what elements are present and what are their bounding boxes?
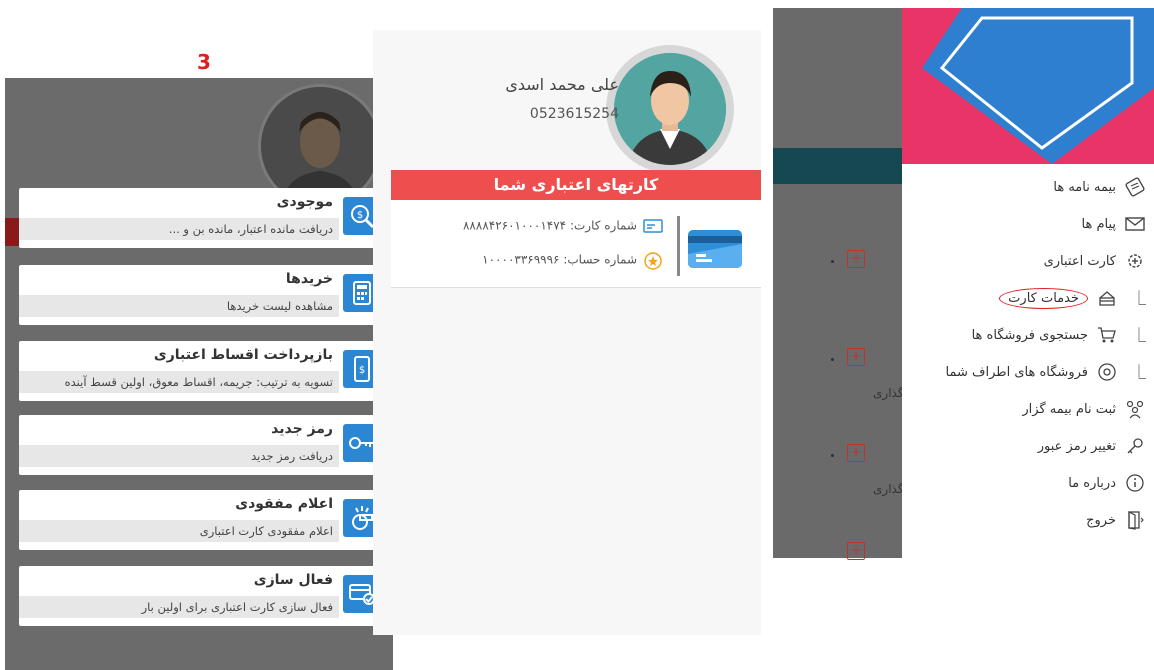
account-number-value: ۱۰۰۰۰۳۳۶۹۹۹۶ (482, 252, 560, 267)
nav-item-nearby-stores[interactable]: ⎿ فروشگاه های اطراف شما (945, 359, 1146, 385)
navigation-drawer: بیمه نامه ها پیام ها کارت اعتباری ⎿ خدما… (902, 8, 1154, 558)
user-avatar (606, 45, 734, 173)
dot (831, 260, 834, 263)
credit-cards-screen: علی محمد اسدی 0523615254 کارتهای اعتباری… (373, 30, 761, 635)
nav-item-store-search[interactable]: ⎿ جستجوی فروشگاه ها (972, 322, 1146, 348)
credit-card-item[interactable]: شماره کارت: ۸۸۸۸۴۲۶۰۱۰۰۰۱۴۷۴ شماره حساب:… (391, 200, 761, 288)
nav-label: جستجوی فروشگاه ها (971, 327, 1088, 343)
user-phone: 0523615254 (529, 106, 619, 122)
divider (677, 216, 680, 276)
nav-item-change-password[interactable]: تغییر رمز عبور (1038, 433, 1146, 459)
envelope-icon (1124, 213, 1146, 235)
nav-item-about[interactable]: درباره ما (1068, 470, 1146, 496)
location-icon (1096, 361, 1118, 383)
card-subtitle: مشاهده لیست خریدها (19, 295, 339, 317)
cards-section-header: کارتهای اعتباری شما (391, 170, 761, 200)
card-title: فعال سازی (253, 572, 333, 588)
card-subtitle: دریافت رمز جدید (19, 445, 339, 467)
svg-text:$: $ (357, 210, 363, 221)
nav-label: خدمات کارت (999, 287, 1088, 309)
svg-text:$: $ (359, 365, 365, 376)
card-title: موجودی (276, 194, 333, 210)
medical-plus-icon: + (847, 542, 865, 560)
key-icon (1124, 435, 1146, 457)
card-title: بازپرداخت اقساط اعتباری (153, 347, 333, 363)
card-subtitle: فعال سازی کارت اعتباری برای اولین بار (19, 596, 339, 618)
exit-icon (1124, 509, 1146, 531)
card-subtitle: اعلام مفقودی کارت اعتباری (19, 520, 339, 542)
submenu-indent-icon: ⎿ (1132, 365, 1146, 381)
nav-label: پیام ها (1081, 216, 1117, 232)
card-title: اعلام مفقودی (235, 496, 333, 512)
nav-item-messages[interactable]: پیام ها (1082, 211, 1147, 237)
nav-label: ثبت نام بیمه گزار (1022, 401, 1116, 417)
medical-plus-icon: + (847, 444, 865, 462)
nav-item-card-services[interactable]: ⎿ خدمات کارت (999, 285, 1146, 311)
dot (831, 454, 834, 457)
background-text: گذاری (873, 386, 904, 400)
star-badge-icon (643, 252, 663, 270)
cart-icon (1096, 324, 1118, 346)
gear-plus-icon (1124, 250, 1146, 272)
nav-item-credit-card[interactable]: کارت اعتباری (1044, 248, 1146, 274)
menu-card-activation[interactable]: فعال سازی فعال سازی کارت اعتباری برای او… (19, 566, 385, 626)
nav-item-exit[interactable]: خروج (1086, 507, 1146, 533)
medical-plus-icon: + (847, 348, 865, 366)
nav-label: درباره ما (1068, 475, 1116, 491)
drawer-banner (902, 8, 1154, 164)
user-name: علی محمد اسدی (505, 75, 619, 94)
card-subtitle: تسویه به ترتیب: جریمه، اقساط معوق، اولین… (19, 371, 339, 393)
card-wallet-icon (1096, 287, 1118, 309)
menu-card-purchases[interactable]: خریدها مشاهده لیست خریدها (19, 265, 385, 325)
background-text: گذاری (873, 482, 904, 496)
menu-card-installments[interactable]: $ بازپرداخت اقساط اعتباری تسویه به ترتیب… (19, 341, 385, 401)
card-number-label: شماره کارت: (569, 218, 637, 233)
teal-bar (773, 148, 903, 184)
card-number-line: شماره کارت: ۸۸۸۸۴۲۶۰۱۰۰۰۱۴۷۴ (463, 218, 663, 234)
menu-card-report-lost[interactable]: اعلام مفقودی اعلام مفقودی کارت اعتباری (19, 490, 385, 550)
account-number-label: شماره حساب: (563, 252, 637, 267)
nav-item-insurance[interactable]: بیمه نامه ها (1053, 174, 1146, 200)
menu-card-new-pin[interactable]: رمز جدید دریافت رمز جدید (19, 415, 385, 475)
insurance-doc-icon (1124, 176, 1146, 198)
nav-label: تغییر رمز عبور (1037, 438, 1116, 454)
medical-plus-icon: + (847, 250, 865, 268)
card-services-screen: $ موجودی دریافت مانده اعتبار، مانده بن و… (5, 78, 393, 670)
submenu-indent-icon: ⎿ (1132, 328, 1146, 344)
card-number-value: ۸۸۸۸۴۲۶۰۱۰۰۰۱۴۷۴ (462, 218, 567, 233)
credit-card-icon (688, 230, 742, 268)
dot (831, 358, 834, 361)
nav-label: بیمه نامه ها (1053, 179, 1116, 195)
info-icon (1124, 472, 1146, 494)
nav-label: خروج (1086, 512, 1116, 528)
annotation-number-3: 3 (197, 50, 211, 74)
nav-label: کارت اعتباری (1043, 253, 1116, 269)
submenu-indent-icon: ⎿ (1132, 291, 1146, 307)
menu-card-balance[interactable]: $ موجودی دریافت مانده اعتبار، مانده بن و… (19, 188, 385, 248)
card-number-icon (643, 218, 663, 234)
card-title: رمز جدید (271, 421, 333, 437)
card-subtitle: دریافت مانده اعتبار، مانده بن و ... (19, 218, 339, 240)
card-title: خریدها (285, 271, 333, 287)
people-icon (1124, 398, 1146, 420)
dimmed-background-screen: + + گذاری + گذاری + (773, 8, 904, 560)
account-number-line: شماره حساب: ۱۰۰۰۰۳۳۶۹۹۹۶ (482, 252, 663, 270)
nav-label: فروشگاه های اطراف شما (945, 364, 1089, 380)
nav-item-insurer-signup[interactable]: ثبت نام بیمه گزار (1022, 396, 1146, 422)
